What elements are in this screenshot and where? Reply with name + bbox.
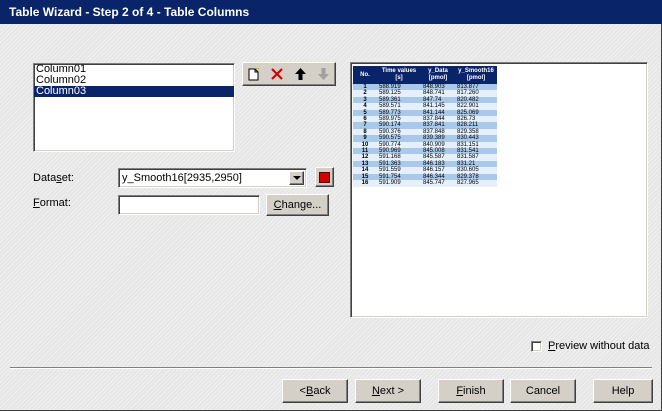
- table-row: 16 591.909 845.747 827.965: [353, 180, 497, 187]
- header-no: No.: [353, 66, 377, 84]
- preview-without-data-checkbox[interactable]: [531, 340, 542, 352]
- column-toolbar: [242, 62, 336, 86]
- arrow-down-icon: [317, 66, 331, 82]
- preview-without-data-label: Preview without data: [548, 340, 650, 352]
- cell-y-data: 845.747: [421, 180, 455, 187]
- header-y-smooth16: y_Smooth16 [pmol]: [455, 66, 497, 84]
- preview-without-data-option[interactable]: Preview without data: [531, 340, 650, 352]
- help-button[interactable]: Help: [593, 379, 653, 403]
- cell-y-smooth16: 827.965: [455, 180, 497, 187]
- delete-icon[interactable]: [270, 66, 284, 82]
- cancel-button[interactable]: Cancel: [510, 379, 576, 403]
- cell-time-value: 591.909: [377, 180, 421, 187]
- dataset-label: Dataset:: [33, 172, 74, 184]
- dataset-combobox[interactable]: y_Smooth16[2935,2950]: [118, 168, 307, 188]
- back-button[interactable]: < Back: [282, 379, 348, 403]
- color-picker-button[interactable]: [315, 167, 334, 187]
- table-wizard-dialog: Table Wizard - Step 2 of 4 - Table Colum…: [0, 0, 662, 411]
- format-label: Format:: [33, 197, 71, 209]
- preview-header-row: No. Time values [s] y_Data [pmol] y_Smoo…: [353, 66, 497, 84]
- cell-no: 16: [353, 180, 377, 187]
- dataset-value: y_Smooth16[2935,2950]: [122, 172, 242, 184]
- format-field[interactable]: [118, 195, 260, 215]
- color-swatch-icon: [319, 171, 330, 183]
- separator: [10, 367, 652, 369]
- next-button[interactable]: Next >: [355, 379, 421, 403]
- table-preview: No. Time values [s] y_Data [pmol] y_Smoo…: [350, 62, 648, 318]
- columns-listbox[interactable]: Column01 Column02 Column03: [33, 63, 235, 152]
- preview-table-body: 1 588.919 848.903 813.877 2 589.125 848.741 817…: [353, 84, 497, 187]
- list-item-column03[interactable]: Column03: [34, 86, 234, 97]
- window-title: Table Wizard - Step 2 of 4 - Table Colum…: [0, 0, 662, 24]
- chevron-down-icon[interactable]: [289, 171, 304, 185]
- arrow-up-icon[interactable]: [294, 66, 308, 82]
- new-column-icon[interactable]: [247, 66, 261, 82]
- finish-button[interactable]: Finish: [438, 379, 504, 403]
- header-time-values: Time values [s]: [377, 66, 421, 84]
- change-button[interactable]: Change...: [266, 194, 329, 216]
- preview-table: No. Time values [s] y_Data [pmol] y_Smoo…: [353, 66, 497, 187]
- header-y-data: y_Data [pmol]: [421, 66, 455, 84]
